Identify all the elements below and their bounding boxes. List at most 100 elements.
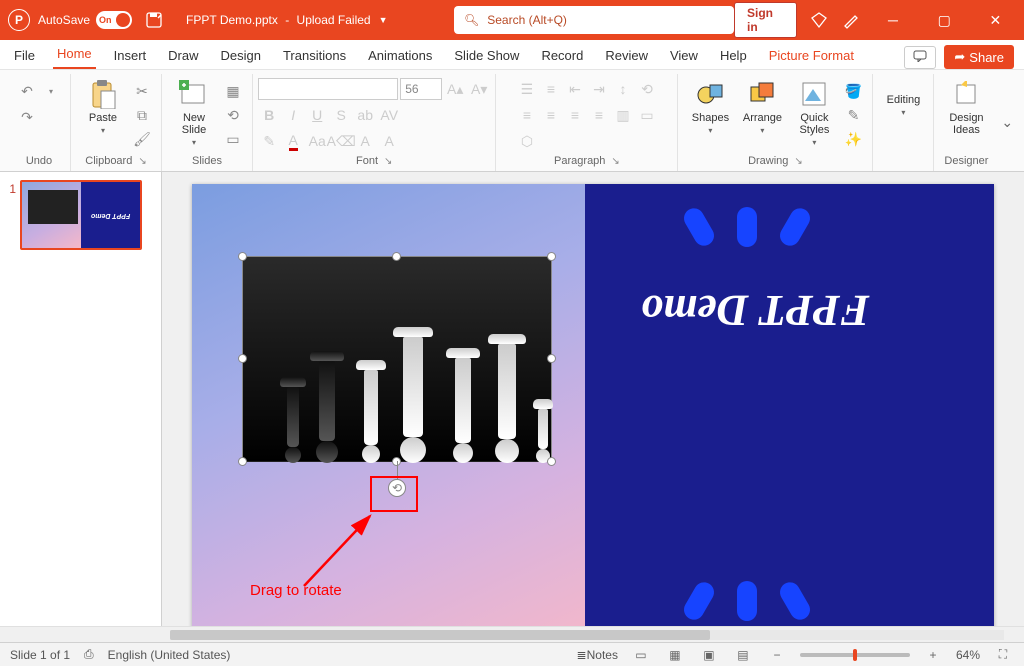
zoom-in-button[interactable]: + [922,646,944,664]
tab-record[interactable]: Record [537,43,587,69]
accessibility-icon[interactable]: ⎙ [84,647,94,662]
minimize-button[interactable]: ─ [872,4,913,36]
dialog-launcher-icon[interactable]: ↘ [611,156,619,167]
reading-view-button[interactable]: ▣ [698,646,720,664]
char-format2[interactable]: A [378,130,400,152]
align-right-button[interactable]: ≡ [564,104,586,126]
chevron-down-icon[interactable]: ▼ [379,15,388,25]
normal-view-button[interactable]: ▭ [630,646,652,664]
tab-picture-format[interactable]: Picture Format [765,43,858,69]
shape-outline-button[interactable]: ✎ [842,104,864,126]
notes-button[interactable]: ≣Notes [577,648,618,662]
slide-counter[interactable]: Slide 1 of 1 [10,648,70,662]
cut-button[interactable]: ✂ [131,80,153,102]
spacing-button[interactable]: AV [378,104,400,126]
font-size-select[interactable] [400,78,442,100]
save-icon[interactable] [142,8,166,32]
autosave-toggle[interactable]: AutoSave On [38,11,132,29]
layout-button[interactable]: ▦ [222,80,244,102]
reset-button[interactable]: ⟲ [222,104,244,126]
strike-button[interactable]: S [330,104,352,126]
tab-home[interactable]: Home [53,41,96,69]
clear-format-button[interactable]: A⌫ [330,130,352,152]
slide-canvas[interactable]: FPPT Demo [192,184,994,626]
resize-handle[interactable] [238,457,247,466]
selected-picture[interactable]: ⟲ [242,256,552,462]
pen-icon[interactable] [840,8,862,32]
close-button[interactable]: ✕ [975,4,1016,36]
section-button[interactable]: ▭ [222,128,244,150]
zoom-out-button[interactable]: − [766,646,788,664]
editing-button[interactable]: Editing▾ [881,74,925,117]
resize-handle[interactable] [547,457,556,466]
text-direction-button[interactable]: ⟲ [636,78,658,100]
indent-dec-button[interactable]: ⇤ [564,78,586,100]
resize-handle[interactable] [547,252,556,261]
search-input[interactable]: 🔍︎ Search (Alt+Q) [454,6,734,34]
resize-handle[interactable] [547,354,556,363]
undo-dropdown[interactable]: ▾ [40,80,62,102]
dialog-launcher-icon[interactable]: ↘ [138,156,146,167]
zoom-level[interactable]: 64% [956,648,980,662]
horizontal-scrollbar[interactable] [0,626,1024,642]
share-button[interactable]: ➦ Share [944,45,1014,69]
shrink-font-button[interactable]: A▾ [468,78,490,100]
language-status[interactable]: English (United States) [108,648,231,662]
slide-editor[interactable]: FPPT Demo [162,172,1024,626]
grow-font-button[interactable]: A▴ [444,78,466,100]
sorter-view-button[interactable]: ▦ [664,646,686,664]
indent-inc-button[interactable]: ⇥ [588,78,610,100]
undo-button[interactable]: ↶ [16,80,38,102]
columns-button[interactable]: ▥ [612,104,634,126]
shapes-button[interactable]: Shapes▾ [686,74,734,135]
comments-button[interactable] [904,46,936,69]
arrange-button[interactable]: Arrange▾ [738,74,786,135]
dialog-launcher-icon[interactable]: ↘ [794,156,802,167]
slideshow-view-button[interactable]: ▤ [732,646,754,664]
resize-handle[interactable] [238,354,247,363]
format-painter-button[interactable]: 🖌 [131,128,153,150]
quick-styles-button[interactable]: Quick Styles▾ [790,74,838,147]
slide-title-text[interactable]: FPPT Demo [641,285,870,336]
italic-button[interactable]: I [282,104,304,126]
document-title[interactable]: FPPT Demo.pptx - Upload Failed ▼ [186,13,387,27]
resize-handle[interactable] [392,252,401,261]
bullets-button[interactable]: ☰ [516,78,538,100]
highlight-button[interactable]: ✎ [258,130,280,152]
bold-button[interactable]: B [258,104,280,126]
design-ideas-button[interactable]: Design Ideas [942,74,990,136]
change-case-button[interactable]: Aa [306,130,328,152]
resize-handle[interactable] [238,252,247,261]
tab-draw[interactable]: Draw [164,43,202,69]
toggle-switch-icon[interactable]: On [96,11,132,29]
numbering-button[interactable]: ≡ [540,78,562,100]
align-left-button[interactable]: ≡ [516,104,538,126]
shadow-button[interactable]: ab [354,104,376,126]
paste-button[interactable]: Paste▾ [79,74,127,135]
tab-review[interactable]: Review [601,43,652,69]
char-format1[interactable]: A [354,130,376,152]
align-text-button[interactable]: ▭ [636,104,658,126]
diamond-icon[interactable] [807,8,829,32]
align-center-button[interactable]: ≡ [540,104,562,126]
signin-button[interactable]: Sign in [734,2,797,38]
dialog-launcher-icon[interactable]: ↘ [384,156,392,167]
tab-slideshow[interactable]: Slide Show [450,43,523,69]
smartart-button[interactable]: ⬡ [516,130,538,152]
tab-animations[interactable]: Animations [364,43,436,69]
new-slide-button[interactable]: New Slide▾ [170,74,218,147]
line-spacing-button[interactable]: ↕ [612,78,634,100]
underline-button[interactable]: U [306,104,328,126]
shape-fill-button[interactable]: 🪣 [842,80,864,102]
tab-design[interactable]: Design [217,43,265,69]
tab-insert[interactable]: Insert [110,43,151,69]
tab-view[interactable]: View [666,43,702,69]
tab-file[interactable]: File [10,43,39,69]
maximize-button[interactable]: ▢ [924,4,965,36]
tab-transitions[interactable]: Transitions [279,43,350,69]
vertical-scrollbar[interactable] [1008,172,1024,626]
collapse-ribbon-button[interactable]: ⌄ [998,114,1024,131]
redo-button[interactable]: ↷ [16,106,38,128]
copy-button[interactable]: ⧉ [131,104,153,126]
shape-effects-button[interactable]: ✨ [842,128,864,150]
